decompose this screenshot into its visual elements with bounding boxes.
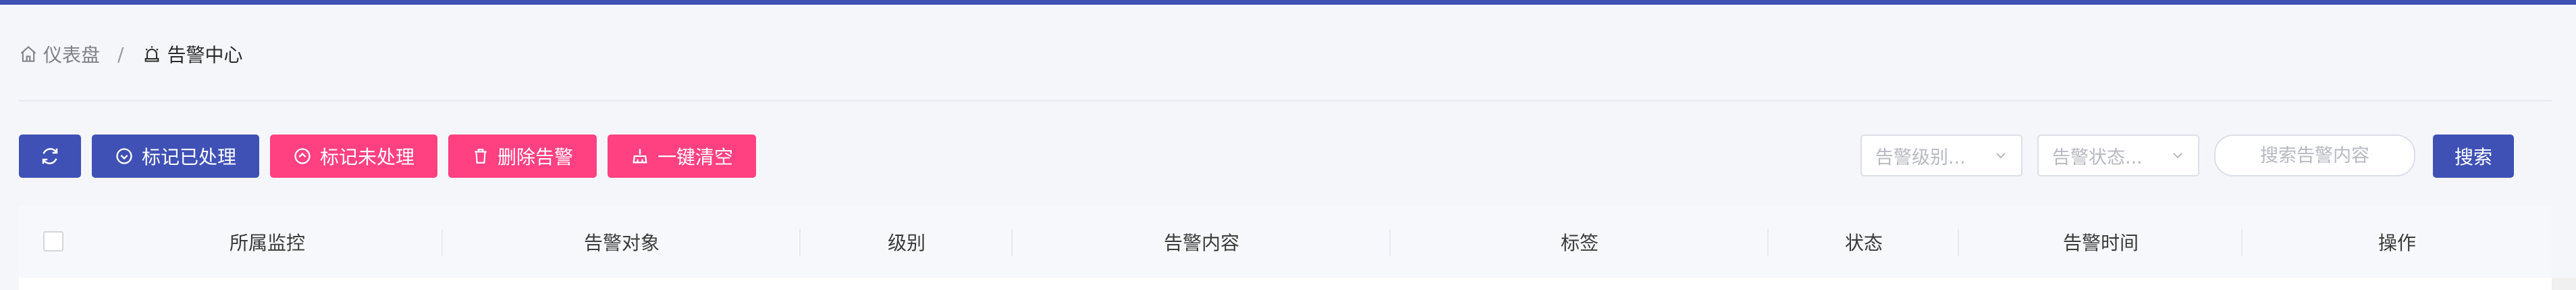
column-header-actions: 操作 xyxy=(2243,206,2552,278)
mark-unhandled-label: 标记未处理 xyxy=(319,146,414,168)
column-label: 告警对象 xyxy=(583,232,660,254)
column-header-target: 告警对象 xyxy=(443,206,801,278)
alert-status-select[interactable]: 告警状态... xyxy=(2037,135,2199,176)
page-title: 告警中心 xyxy=(167,44,243,66)
column-header-status: 状态 xyxy=(1769,206,1959,278)
column-label: 标签 xyxy=(1560,232,1599,254)
column-header-tags: 标签 xyxy=(1391,206,1769,278)
column-label: 操作 xyxy=(2378,232,2416,254)
scrollbar-corner xyxy=(2552,278,2576,290)
home-icon xyxy=(20,46,36,62)
column-label: 级别 xyxy=(887,232,925,254)
column-label: 告警内容 xyxy=(1163,232,1239,254)
mark-handled-label: 标记已处理 xyxy=(141,146,236,168)
breadcrumb-alert-center: 告警中心 xyxy=(142,41,242,68)
column-label: 告警时间 xyxy=(2062,232,2139,254)
alerts-table-body xyxy=(19,278,2552,290)
column-header-monitor: 所属监控 xyxy=(92,206,443,278)
clear-all-label: 一键清空 xyxy=(657,146,733,168)
broom-icon xyxy=(633,149,647,164)
column-label: 所属监控 xyxy=(229,232,305,254)
up-circle-icon xyxy=(294,148,311,164)
column-label: 状态 xyxy=(1844,232,1883,254)
clear-all-button[interactable]: 一键清空 xyxy=(608,135,756,178)
trash-icon xyxy=(475,149,487,164)
alert-level-placeholder: 告警级别... xyxy=(1875,147,1966,168)
breadcrumb-separator: / xyxy=(117,43,124,66)
breadcrumb-dashboard[interactable]: 仪表盘 xyxy=(19,41,100,68)
delete-alerts-label: 删除告警 xyxy=(497,146,573,168)
mark-handled-button[interactable]: 标记已处理 xyxy=(92,135,259,178)
alarm-bell-icon xyxy=(145,46,159,62)
delete-alerts-button[interactable]: 删除告警 xyxy=(448,135,597,178)
column-header-level: 级别 xyxy=(801,206,1013,278)
column-header-content: 告警内容 xyxy=(1013,206,1391,278)
alert-search-input[interactable] xyxy=(2214,135,2415,176)
breadcrumb: 仪表盘 / 告警中心 xyxy=(19,39,242,69)
search-button[interactable]: 搜索 xyxy=(2433,135,2514,178)
refresh-icon xyxy=(42,148,58,164)
alert-level-select[interactable]: 告警级别... xyxy=(1860,135,2022,176)
header-divider xyxy=(19,100,2552,101)
select-all-column xyxy=(19,206,92,278)
refresh-button[interactable] xyxy=(19,135,81,178)
alert-status-placeholder: 告警状态... xyxy=(2052,147,2143,168)
select-all-checkbox[interactable] xyxy=(43,231,63,251)
alerts-table-header: 所属监控 告警对象 级别 告警内容 标签 状态 告警时间 操作 xyxy=(19,206,2552,278)
chevron-down-icon xyxy=(2173,153,2182,159)
search-button-label: 搜索 xyxy=(2454,146,2492,168)
breadcrumb-home-label: 仪表盘 xyxy=(43,44,101,66)
check-circle-icon xyxy=(116,148,132,164)
mark-unhandled-button[interactable]: 标记未处理 xyxy=(270,135,437,178)
chevron-down-icon xyxy=(1996,153,2006,159)
column-header-time: 告警时间 xyxy=(1959,206,2243,278)
top-accent-bar xyxy=(0,0,2576,5)
